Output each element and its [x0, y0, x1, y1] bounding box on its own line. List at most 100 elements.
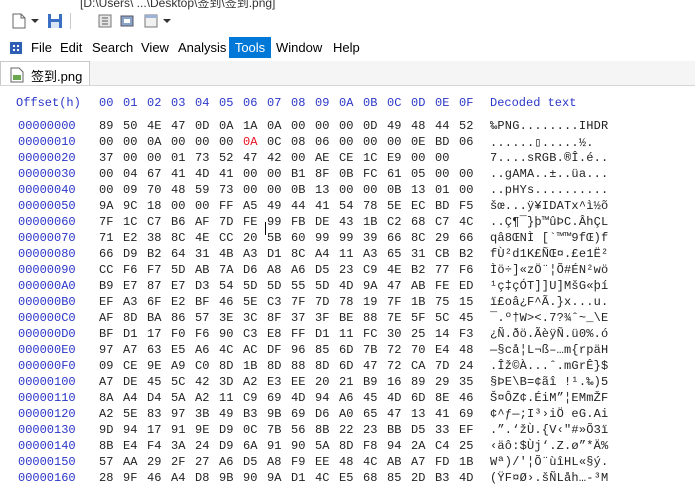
hex-byte[interactable]: F6 [459, 263, 479, 277]
decoded-text[interactable]: ..pHYs.......... [490, 183, 608, 197]
hex-byte[interactable]: 00 [171, 199, 191, 213]
hex-byte[interactable]: A9 [171, 359, 191, 373]
hex-byte[interactable]: 0C [243, 423, 263, 437]
hex-byte[interactable]: 8A [99, 391, 119, 405]
hex-byte[interactable]: 20 [243, 231, 263, 245]
hex-byte[interactable]: 55 [291, 279, 311, 293]
hex-byte[interactable]: 9A [99, 199, 119, 213]
hex-byte[interactable]: FC [363, 167, 383, 181]
hex-byte[interactable]: F6 [123, 263, 143, 277]
hex-byte[interactable]: F3 [459, 327, 479, 341]
hex-byte[interactable]: F6 [195, 327, 215, 341]
hex-byte[interactable]: 47 [243, 151, 263, 165]
menu-search[interactable]: Search [89, 37, 136, 58]
hex-byte[interactable]: 00 [243, 183, 263, 197]
hex-byte[interactable]: 94 [315, 391, 335, 405]
hex-byte[interactable]: 88 [363, 311, 383, 325]
hex-byte[interactable]: AB [195, 263, 215, 277]
hex-byte[interactable]: 4C [459, 215, 479, 229]
hex-byte[interactable]: 1B [459, 455, 479, 469]
hex-byte[interactable]: FE [243, 215, 263, 229]
hex-byte[interactable]: 72 [387, 343, 407, 357]
hex-byte[interactable]: 75 [435, 295, 455, 309]
hex-byte[interactable]: 1B [363, 215, 383, 229]
hex-byte[interactable]: A4 [315, 247, 335, 261]
hex-byte[interactable]: 11 [219, 391, 239, 405]
hex-byte[interactable]: C2 [387, 215, 407, 229]
hex-byte[interactable]: 8C [291, 247, 311, 261]
hex-byte[interactable]: 63 [147, 343, 167, 357]
hex-byte[interactable]: 1B [243, 359, 263, 373]
hex-byte[interactable]: C3 [267, 295, 287, 309]
hex-byte[interactable]: 1C [363, 151, 383, 165]
hex-byte[interactable]: 9C [123, 199, 143, 213]
hex-byte[interactable]: 4D [459, 471, 479, 485]
hex-byte[interactable]: 05 [411, 167, 431, 181]
hex-byte[interactable]: 00 [363, 183, 383, 197]
hex-byte[interactable]: 52 [219, 151, 239, 165]
hex-byte[interactable]: 46 [459, 391, 479, 405]
tab-file[interactable]: 签到.png [0, 61, 90, 85]
hex-byte[interactable]: 73 [219, 183, 239, 197]
hex-byte[interactable]: 13 [315, 183, 335, 197]
hex-byte[interactable]: F5 [459, 199, 479, 213]
hex-byte[interactable]: 5C [435, 311, 455, 325]
hex-byte[interactable]: E8 [267, 327, 287, 341]
hex-byte[interactable]: 9E [147, 359, 167, 373]
menu-help[interactable]: Help [330, 37, 363, 58]
hex-byte[interactable]: 50 [123, 119, 143, 133]
hex-byte[interactable]: 77 [435, 263, 455, 277]
hex-byte[interactable]: 41 [219, 167, 239, 181]
hex-byte[interactable]: 8D [339, 439, 359, 453]
hex-byte[interactable]: 4D [291, 391, 311, 405]
hex-byte[interactable]: 00 [195, 135, 215, 149]
hex-byte[interactable]: 7B [267, 423, 287, 437]
hex-byte[interactable]: 67 [147, 167, 167, 181]
hex-byte[interactable]: 59 [195, 183, 215, 197]
hex-byte[interactable]: 06 [315, 135, 335, 149]
hex-byte[interactable]: 5E [387, 199, 407, 213]
hex-byte[interactable]: A7 [123, 343, 143, 357]
decoded-text[interactable]: 7....sRGB.®Î.é.. [490, 151, 608, 165]
hex-byte[interactable]: A3 [363, 247, 383, 261]
hex-byte[interactable]: AA [123, 455, 143, 469]
hex-byte[interactable]: 7E [387, 311, 407, 325]
decoded-text[interactable]: ¯.º†W><.7?¾ˆ~_\E [490, 311, 608, 325]
hex-editor[interactable]: Offset(h) 00 01 02 03 04 05 06 07 08 09 0A 0B 0C 0D 0E… [0, 86, 695, 488]
hex-byte[interactable]: A3 [123, 295, 143, 309]
hex-byte[interactable]: F0 [171, 327, 191, 341]
hex-byte[interactable]: 00 [363, 135, 383, 149]
hex-byte[interactable]: 7D [219, 215, 239, 229]
hex-byte[interactable]: 5C [171, 375, 191, 389]
hex-byte[interactable]: 71 [99, 231, 119, 245]
save-icon[interactable] [46, 12, 64, 30]
hex-byte[interactable]: 73 [195, 151, 215, 165]
hex-byte[interactable]: 89 [99, 119, 119, 133]
hex-byte[interactable]: E7 [171, 279, 191, 293]
file-icon[interactable] [10, 12, 28, 30]
hex-byte[interactable]: FC [363, 327, 383, 341]
decoded-text[interactable]: šœ...ÿ¥IDATx^ì½õ [490, 199, 608, 213]
hex-byte[interactable]: C4 [435, 439, 455, 453]
hex-byte[interactable]: 29 [147, 455, 167, 469]
hex-byte[interactable]: D9 [219, 439, 239, 453]
hex-byte[interactable]: 04 [123, 167, 143, 181]
hex-byte[interactable]: 99 [315, 231, 335, 245]
hex-byte[interactable]: 8D [219, 359, 239, 373]
hex-byte[interactable]: 89 [411, 375, 431, 389]
hex-byte[interactable]: 5F [411, 311, 431, 325]
hex-byte[interactable]: 9B [267, 407, 287, 421]
hex-byte[interactable]: 0A [267, 119, 287, 133]
hex-byte[interactable]: 69 [291, 407, 311, 421]
hex-byte[interactable]: 8F [267, 311, 287, 325]
hex-byte[interactable]: 9E [195, 423, 215, 437]
hex-byte[interactable]: 94 [387, 439, 407, 453]
hex-byte[interactable]: D9 [123, 247, 143, 261]
hex-byte[interactable]: 00 [387, 135, 407, 149]
hex-byte[interactable]: BB [387, 423, 407, 437]
hex-byte[interactable]: 47 [363, 359, 383, 373]
hex-byte[interactable]: AE [315, 151, 335, 165]
hex-byte[interactable]: 48 [411, 119, 431, 133]
hex-byte[interactable]: 78 [363, 199, 383, 213]
hex-byte[interactable]: 48 [339, 455, 359, 469]
